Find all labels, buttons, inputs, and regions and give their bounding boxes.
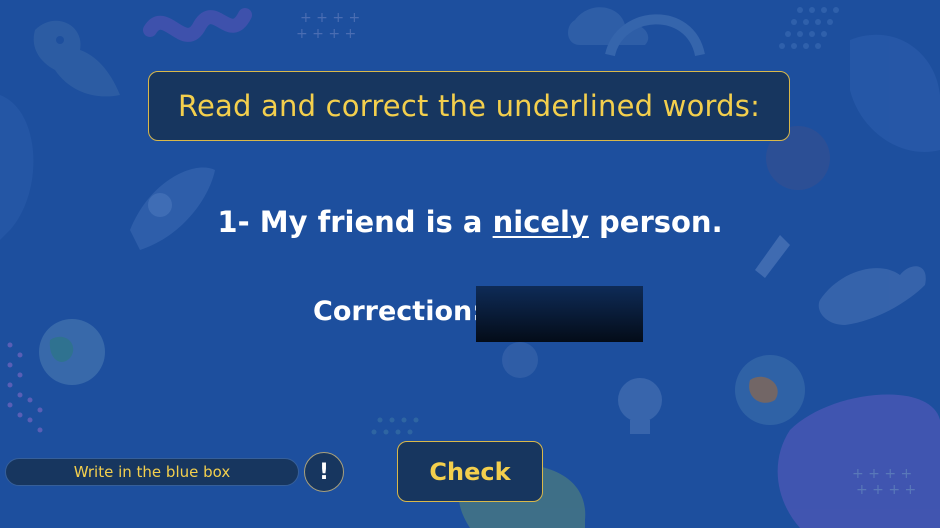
question-prefix: My friend is a — [259, 205, 483, 239]
svg-text:+ + + +: + + + + — [856, 482, 916, 498]
check-button-label: Check — [429, 457, 511, 486]
correction-input[interactable] — [476, 286, 643, 342]
svg-text:+ + + +: + + + + — [296, 26, 356, 42]
correction-label: Correction: — [313, 296, 484, 327]
svg-text:+ + + +: + + + + — [852, 466, 912, 482]
underlined-word: nicely — [492, 205, 589, 239]
check-button[interactable]: Check — [397, 441, 543, 502]
hint-text: Write in the blue box — [73, 463, 231, 481]
question-suffix: person. — [599, 205, 723, 239]
question-sentence: 1- My friend is a nicely person. — [0, 205, 940, 239]
instruction-title: Read and correct the underlined words: — [177, 89, 761, 123]
instruction-banner: Read and correct the underlined words: — [148, 71, 790, 141]
question-number: 1- — [217, 205, 250, 239]
svg-text:+ + + +: + + + + — [300, 10, 360, 26]
exclamation-icon[interactable]: ! — [304, 452, 344, 492]
hint-box: Write in the blue box — [5, 458, 299, 486]
